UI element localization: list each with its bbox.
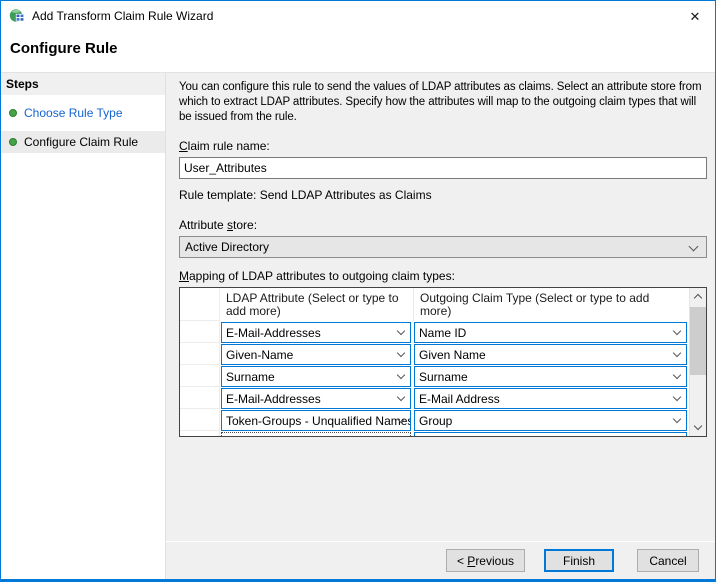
- rule-template-text: Rule template: Send LDAP Attributes as C…: [179, 188, 705, 202]
- rule-description: You can configure this rule to send the …: [179, 80, 705, 125]
- steps-sidebar: Steps Choose Rule Type Configure Claim R…: [1, 73, 165, 579]
- outgoing-claim-type-select[interactable]: Surname: [414, 366, 687, 387]
- chevron-down-icon: [397, 349, 405, 357]
- sidebar-item-label: Configure Claim Rule: [24, 135, 138, 149]
- row-selector[interactable]: [180, 387, 220, 409]
- window-title: Add Transform Claim Rule Wizard: [32, 9, 213, 23]
- new-row-ldap-attribute-select[interactable]: [221, 432, 411, 437]
- scrollbar-down-button[interactable]: [690, 419, 706, 436]
- table-scrollbar[interactable]: [689, 288, 706, 436]
- outgoing-claim-type-select[interactable]: E-Mail Address: [414, 388, 687, 409]
- chevron-down-icon: [694, 422, 702, 430]
- chevron-down-icon: [397, 327, 405, 335]
- row-selector[interactable]: [180, 343, 220, 365]
- scrollbar-up-button[interactable]: [690, 288, 706, 305]
- row-selector[interactable]: [180, 321, 220, 343]
- row-selector[interactable]: [180, 288, 220, 321]
- button-bar: < Previous Finish Cancel: [166, 541, 715, 579]
- mapping-label: Mapping of LDAP attributes to outgoing c…: [179, 269, 705, 283]
- title-bar: Add Transform Claim Rule Wizard ✕: [1, 1, 715, 31]
- step-completed-icon: [9, 138, 17, 146]
- outgoing-claim-type-select[interactable]: Group: [414, 410, 687, 431]
- ldap-attribute-select[interactable]: E-Mail-Addresses: [221, 388, 411, 409]
- sidebar-item-configure-claim-rule: Configure Claim Rule: [1, 131, 165, 153]
- finish-button[interactable]: Finish: [544, 549, 614, 572]
- chevron-up-icon: [694, 294, 702, 302]
- attribute-store-value: Active Directory: [185, 240, 269, 254]
- scrollbar-thumb[interactable]: [690, 307, 706, 375]
- main-content: You can configure this rule to send the …: [166, 73, 715, 541]
- page-header: Configure Rule: [1, 31, 715, 72]
- step-completed-icon: [9, 109, 17, 117]
- chevron-down-icon: [673, 349, 681, 357]
- outgoing-claim-type-select[interactable]: Given Name: [414, 344, 687, 365]
- chevron-down-icon: [673, 415, 681, 423]
- attribute-store-select[interactable]: Active Directory: [179, 236, 707, 258]
- previous-button[interactable]: < Previous: [446, 549, 525, 572]
- sidebar-item-label: Choose Rule Type: [24, 106, 123, 120]
- cancel-button[interactable]: Cancel: [637, 549, 699, 572]
- column-header-outgoing-claim-type: Outgoing Claim Type (Select or type to a…: [413, 288, 689, 321]
- row-selector[interactable]: [180, 409, 220, 431]
- claim-rule-name-field[interactable]: [179, 157, 707, 179]
- sidebar-item-choose-rule-type[interactable]: Choose Rule Type: [1, 102, 165, 124]
- attribute-store-label: Attribute store:: [179, 218, 705, 232]
- wizard-window: Add Transform Claim Rule Wizard ✕ Config…: [0, 0, 716, 582]
- chevron-down-icon: [689, 242, 699, 252]
- row-selector[interactable]: [180, 365, 220, 387]
- ldap-attribute-select[interactable]: Surname: [221, 366, 411, 387]
- close-button[interactable]: ✕: [675, 1, 715, 31]
- chevron-down-icon: [397, 393, 405, 401]
- chevron-down-icon: [397, 371, 405, 379]
- row-selector[interactable]: [180, 431, 220, 436]
- chevron-down-icon: [673, 371, 681, 379]
- app-icon: [9, 8, 25, 24]
- mapping-table: LDAP Attribute (Select or type to add mo…: [179, 287, 707, 437]
- ldap-attribute-select[interactable]: Token-Groups - Unqualified Names: [221, 410, 411, 431]
- ldap-attribute-select[interactable]: E-Mail-Addresses: [221, 322, 411, 343]
- new-row-outgoing-claim-type-select[interactable]: [414, 432, 687, 437]
- steps-title: Steps: [1, 73, 165, 95]
- close-icon: ✕: [690, 10, 701, 23]
- ldap-attribute-select[interactable]: Given-Name: [221, 344, 411, 365]
- column-header-ldap-attribute: LDAP Attribute (Select or type to add mo…: [220, 288, 413, 321]
- chevron-down-icon: [673, 327, 681, 335]
- chevron-down-icon: [673, 393, 681, 401]
- page-title: Configure Rule: [10, 40, 715, 57]
- outgoing-claim-type-select[interactable]: Name ID: [414, 322, 687, 343]
- claim-rule-name-label: Claim rule name:: [179, 139, 705, 153]
